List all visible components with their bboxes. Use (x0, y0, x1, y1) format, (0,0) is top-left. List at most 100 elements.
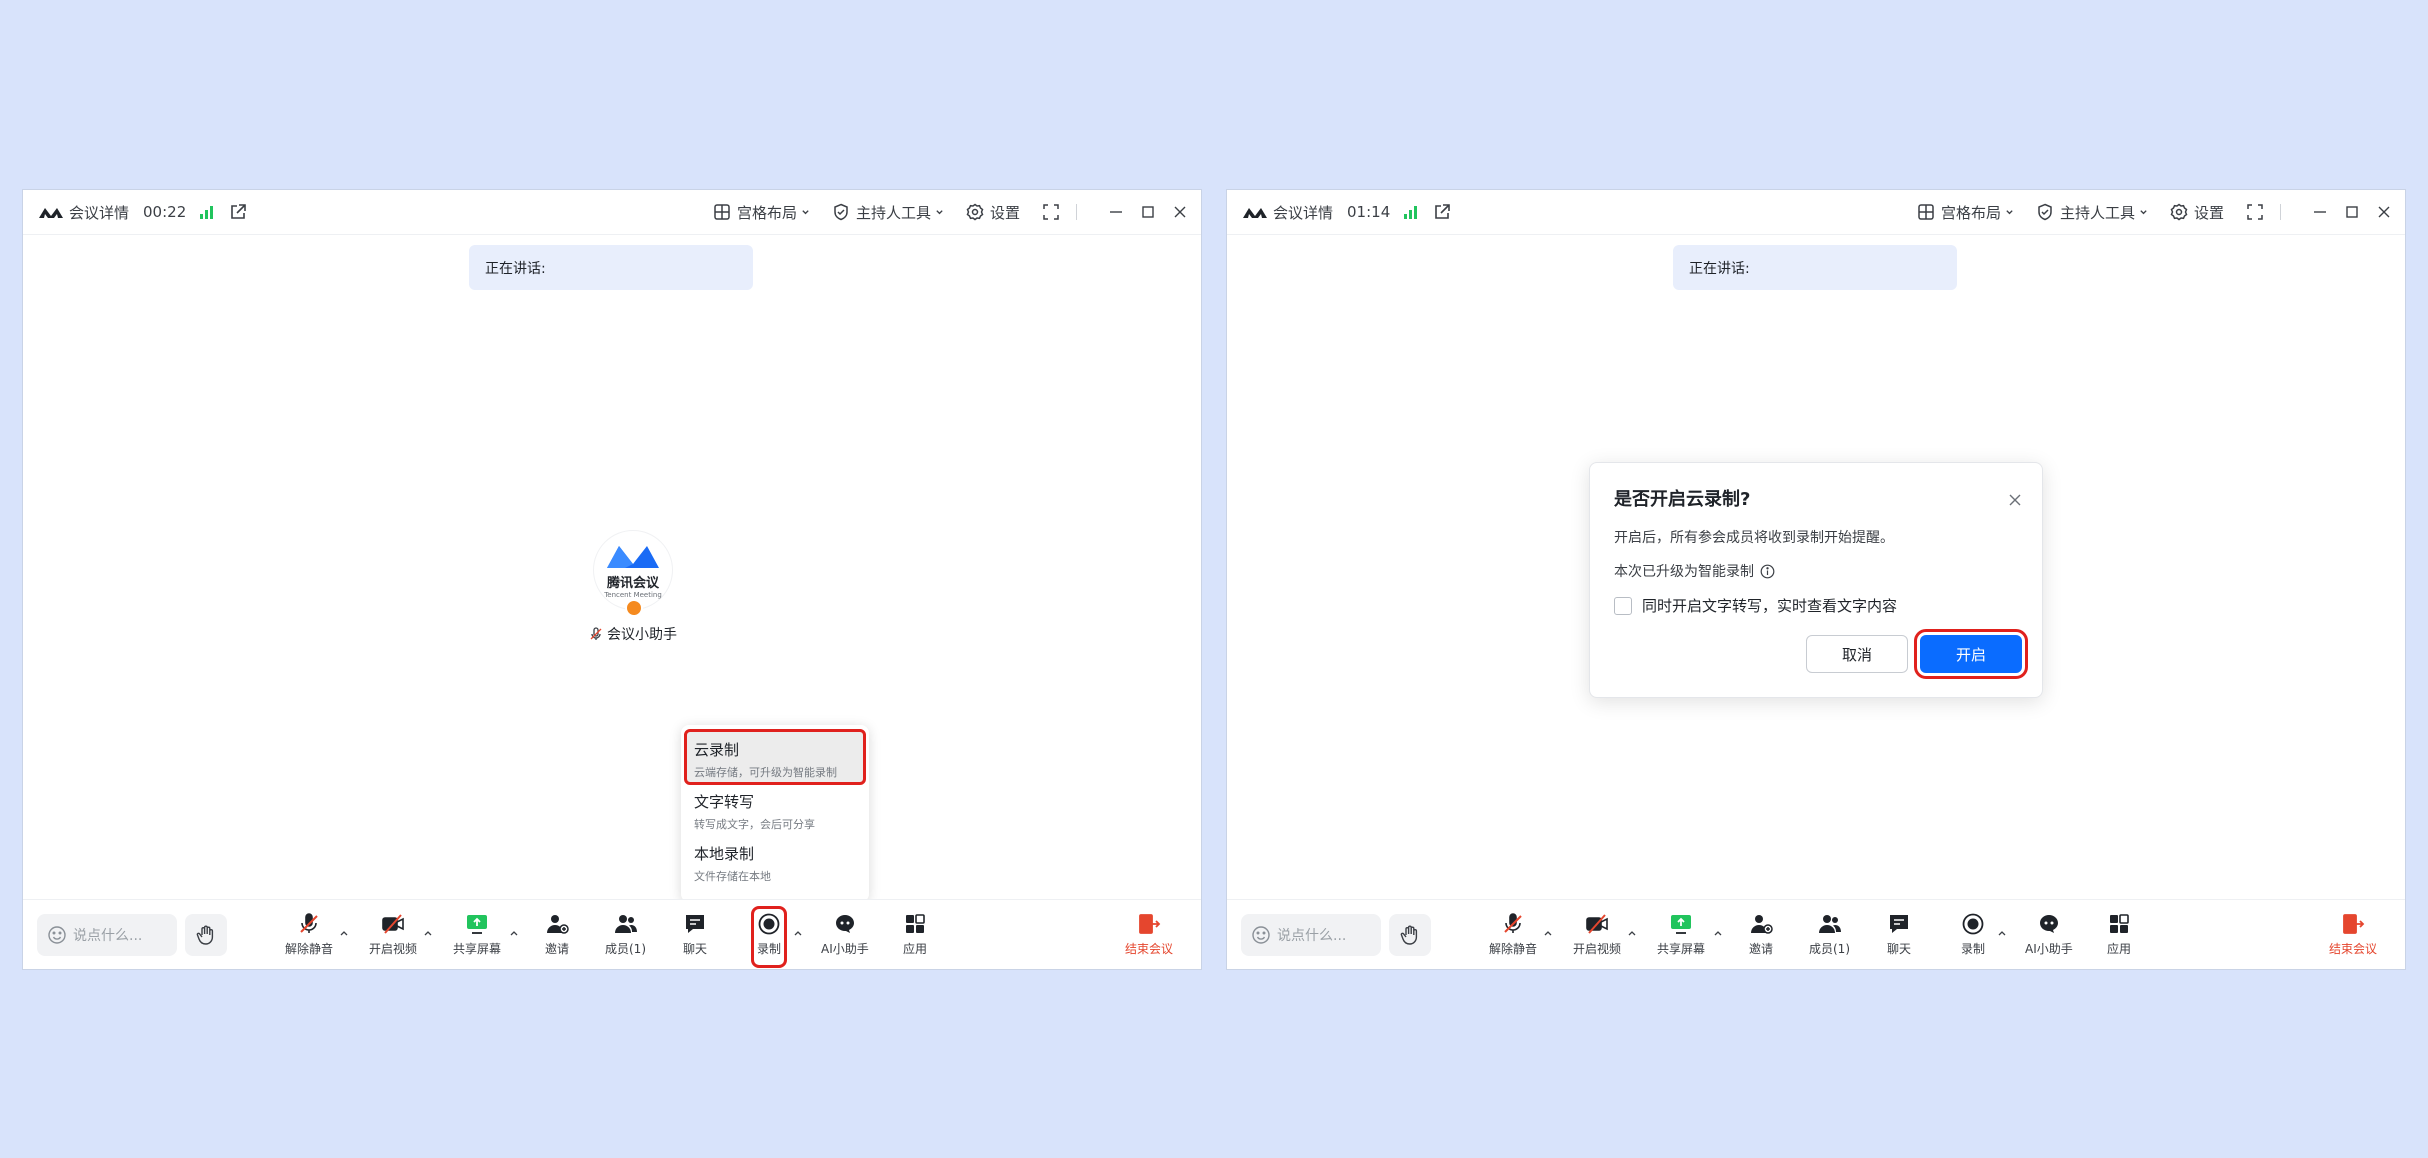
start-video-label: 开启视频 (1573, 942, 1622, 956)
hand-icon (196, 925, 214, 945)
record-label: 录制 (757, 942, 782, 956)
menu-item-local-record[interactable]: 本地录制 文件存储在本地 (686, 835, 864, 887)
close-icon[interactable] (1173, 205, 1187, 219)
grid-layout-icon (714, 204, 730, 220)
shield-icon (834, 203, 848, 221)
upgrade-note-row: 本次已升级为智能录制 (1614, 561, 2018, 581)
settings-button[interactable]: 设置 (966, 202, 1020, 223)
title-bar: 会议详情 01:14 宫格布局 主持人工具 设置 (1227, 190, 2405, 235)
chat-input[interactable]: 说点什么... (37, 914, 177, 956)
participant-name: 会议小助手 (607, 627, 677, 643)
raise-hand-button[interactable] (1389, 914, 1431, 956)
menu-item-desc: 文件存储在本地 (694, 870, 771, 883)
camera-off-icon (382, 914, 404, 934)
minimize-icon[interactable] (2313, 205, 2327, 219)
share-screen-button[interactable]: 共享屏幕 (453, 912, 501, 962)
apps-icon (906, 914, 925, 933)
apps-button[interactable]: 应用 (2107, 912, 2131, 962)
start-video-button[interactable]: 开启视频 (369, 912, 417, 962)
transcription-checkbox[interactable] (1614, 596, 1632, 615)
menu-item-cloud-record[interactable]: 云录制 云端存储，可升级为智能录制 (684, 729, 866, 785)
minimize-icon[interactable] (1109, 205, 1123, 219)
end-meeting-button[interactable]: 结束会议 (1125, 912, 1173, 962)
members-button[interactable]: 成员(1) (605, 912, 646, 962)
share-screen-button[interactable]: 共享屏幕 (1657, 912, 1705, 962)
unmute-label: 解除静音 (1489, 942, 1538, 956)
mic-muted-icon (300, 913, 318, 933)
unmute-button[interactable]: 解除静音 (1489, 912, 1537, 962)
menu-item-title: 文字转写 (694, 793, 755, 811)
share-link-icon[interactable] (229, 203, 247, 221)
tencent-meeting-logo-icon (1243, 208, 1267, 218)
start-video-button[interactable]: 开启视频 (1573, 912, 1621, 962)
network-signal-icon[interactable] (200, 205, 214, 219)
record-options-menu: 云录制 云端存储，可升级为智能录制 文字转写 转写成文字，会后可分享 本地录制 … (681, 725, 869, 902)
mic-muted-icon (590, 627, 602, 640)
close-icon[interactable] (2377, 205, 2391, 219)
info-icon[interactable] (1760, 564, 1775, 579)
meeting-info-link[interactable]: 会议详情 (69, 202, 129, 223)
upgrade-note: 本次已升级为智能录制 (1614, 564, 1754, 580)
confirm-button[interactable]: 开启 (1914, 629, 2028, 679)
dialog-body: 开启后，所有参会成员将收到录制开始提醒。 (1614, 530, 1894, 546)
apps-label: 应用 (2107, 942, 2132, 956)
apps-button[interactable]: 应用 (903, 912, 927, 962)
participant-tile[interactable]: 腾讯会议 Tencent Meeting 会议小助手 (563, 530, 703, 644)
members-button[interactable]: 成员(1) (1809, 912, 1850, 962)
ai-assistant-button[interactable]: AI小助手 (2025, 912, 2073, 962)
layout-label: 宫格布局 (1940, 203, 2001, 222)
raise-hand-button[interactable] (185, 914, 227, 956)
chevron-up-icon[interactable] (1543, 928, 1553, 938)
layout-menu[interactable]: 宫格布局 (1917, 202, 2014, 223)
record-button[interactable]: 录制 (1961, 912, 1985, 962)
invite-button[interactable]: 邀请 (1749, 912, 1773, 962)
invite-label: 邀请 (545, 942, 570, 956)
settings-button[interactable]: 设置 (2170, 202, 2224, 223)
chat-button[interactable]: 聊天 (1887, 912, 1911, 962)
chevron-up-icon[interactable] (1627, 928, 1637, 938)
ai-assistant-label: AI小助手 (821, 942, 869, 956)
unmute-button[interactable]: 解除静音 (285, 912, 333, 962)
cancel-button[interactable]: 取消 (1806, 635, 1908, 673)
meeting-info-link[interactable]: 会议详情 (1273, 202, 1333, 223)
host-tools-menu[interactable]: 主持人工具 (832, 202, 944, 223)
menu-item-transcription[interactable]: 文字转写 转写成文字，会后可分享 (686, 783, 864, 835)
mic-muted-icon (1504, 913, 1522, 933)
chat-button[interactable]: 聊天 (683, 912, 707, 962)
invite-button[interactable]: 邀请 (545, 912, 569, 962)
chevron-up-icon[interactable] (423, 928, 433, 938)
meeting-window-right: 会议详情 01:14 宫格布局 主持人工具 设置 正在讲话: 是否开启云录制? … (1226, 189, 2406, 970)
fullscreen-button[interactable] (1042, 203, 1060, 221)
layout-menu[interactable]: 宫格布局 (713, 202, 810, 223)
speaking-indicator: 正在讲话: (469, 245, 753, 290)
apps-icon (2110, 914, 2129, 933)
ai-assistant-button[interactable]: AI小助手 (821, 912, 869, 962)
share-screen-label: 共享屏幕 (453, 942, 502, 956)
gear-icon (966, 203, 984, 221)
host-tools-label: 主持人工具 (855, 203, 931, 222)
chevron-up-icon[interactable] (1713, 928, 1723, 938)
transcription-checkbox-row[interactable]: 同时开启文字转写，实时查看文字内容 (1614, 595, 2018, 616)
share-screen-label: 共享屏幕 (1657, 942, 1706, 956)
end-meeting-label: 结束会议 (1125, 942, 1174, 956)
maximize-icon[interactable] (2345, 205, 2359, 219)
maximize-icon[interactable] (1141, 205, 1155, 219)
host-tools-menu[interactable]: 主持人工具 (2036, 202, 2148, 223)
chevron-up-icon[interactable] (509, 928, 519, 938)
add-user-icon (547, 915, 569, 934)
record-button[interactable]: 录制 (750, 906, 788, 968)
members-label: 成员(1) (1809, 942, 1850, 956)
chevron-up-icon[interactable] (339, 928, 349, 938)
emoji-icon (48, 926, 66, 944)
chat-placeholder: 说点什么... (73, 928, 143, 944)
chevron-up-icon[interactable] (793, 928, 803, 938)
network-signal-icon[interactable] (1404, 205, 1418, 219)
chevron-up-icon[interactable] (1997, 928, 2007, 938)
end-meeting-button[interactable]: 结束会议 (2329, 912, 2377, 962)
record-icon (758, 913, 780, 935)
close-icon[interactable] (2008, 493, 2022, 507)
share-link-icon[interactable] (1433, 203, 1451, 221)
fullscreen-button[interactable] (2246, 203, 2264, 221)
chat-input[interactable]: 说点什么... (1241, 914, 1381, 956)
record-label: 录制 (1961, 942, 1986, 956)
